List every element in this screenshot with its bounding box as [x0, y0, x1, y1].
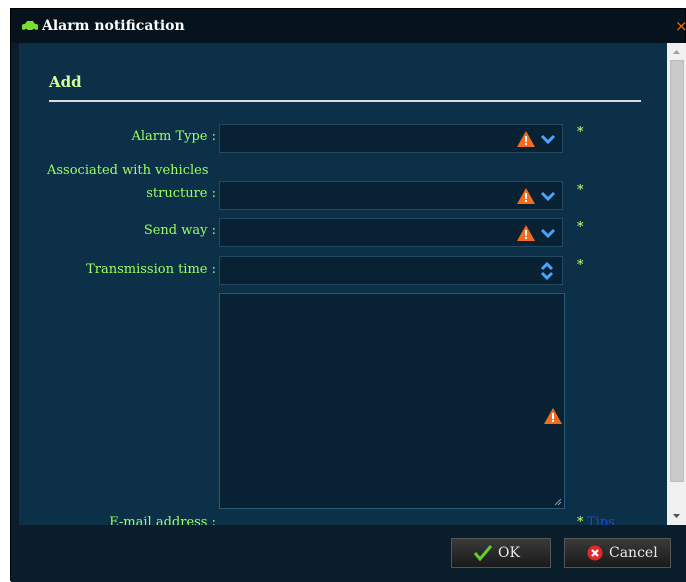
- warning-icon: [517, 188, 535, 204]
- section-title: Add: [49, 73, 82, 91]
- cancel-x-icon: [587, 545, 603, 561]
- dialog-title: Alarm notification: [42, 18, 185, 34]
- title-bar: Alarm notification ×: [11, 9, 686, 43]
- transmission-time-spinner[interactable]: [219, 256, 563, 285]
- alarm-type-label: Alarm Type :: [131, 129, 216, 144]
- chevron-down-icon[interactable]: [540, 133, 556, 145]
- section-divider: [49, 100, 641, 102]
- ok-button[interactable]: OK: [451, 538, 551, 568]
- dialog-footer: OK Cancel: [11, 525, 686, 582]
- check-icon: [474, 545, 492, 561]
- ok-button-label: OK: [498, 545, 520, 561]
- email-address-textarea[interactable]: [219, 293, 565, 509]
- car-icon: [22, 21, 38, 32]
- chevron-down-icon[interactable]: [540, 227, 556, 239]
- chevron-down-icon[interactable]: [540, 190, 556, 202]
- tips-link[interactable]: Tips: [587, 515, 615, 525]
- spinner-up-down-icon[interactable]: [540, 260, 554, 282]
- required-marker: *: [577, 258, 584, 273]
- scroll-down-arrow-icon[interactable]: [667, 508, 686, 525]
- scrollbar-thumb[interactable]: [670, 60, 684, 482]
- required-marker: *: [577, 515, 584, 525]
- associated-vehicles-label-line1: Associated with vehicles: [47, 163, 209, 178]
- resize-handle-icon[interactable]: [554, 498, 562, 506]
- warning-icon: [517, 225, 535, 241]
- required-marker: *: [577, 125, 584, 140]
- transmission-time-label: Transmission time :: [86, 262, 216, 277]
- vertical-scrollbar[interactable]: [667, 43, 686, 525]
- cancel-button[interactable]: Cancel: [564, 538, 671, 568]
- close-button[interactable]: ×: [675, 17, 686, 35]
- required-marker: *: [577, 220, 584, 235]
- vehicle-structure-select[interactable]: [219, 181, 563, 210]
- send-way-select[interactable]: [219, 218, 563, 247]
- warning-icon: [544, 408, 562, 424]
- scroll-up-arrow-icon[interactable]: [667, 43, 686, 60]
- alarm-notification-dialog: Alarm notification × Add Alarm Type : * …: [10, 8, 686, 582]
- alarm-type-select[interactable]: [219, 124, 563, 153]
- warning-icon: [517, 131, 535, 147]
- cancel-button-label: Cancel: [609, 545, 658, 561]
- send-way-label: Send way :: [143, 223, 216, 238]
- email-address-label: E-mail address :: [109, 515, 216, 525]
- form-content: Add Alarm Type : * Associated with vehic…: [19, 43, 667, 525]
- associated-vehicles-label-line2: structure :: [146, 186, 216, 201]
- required-marker: *: [577, 183, 584, 198]
